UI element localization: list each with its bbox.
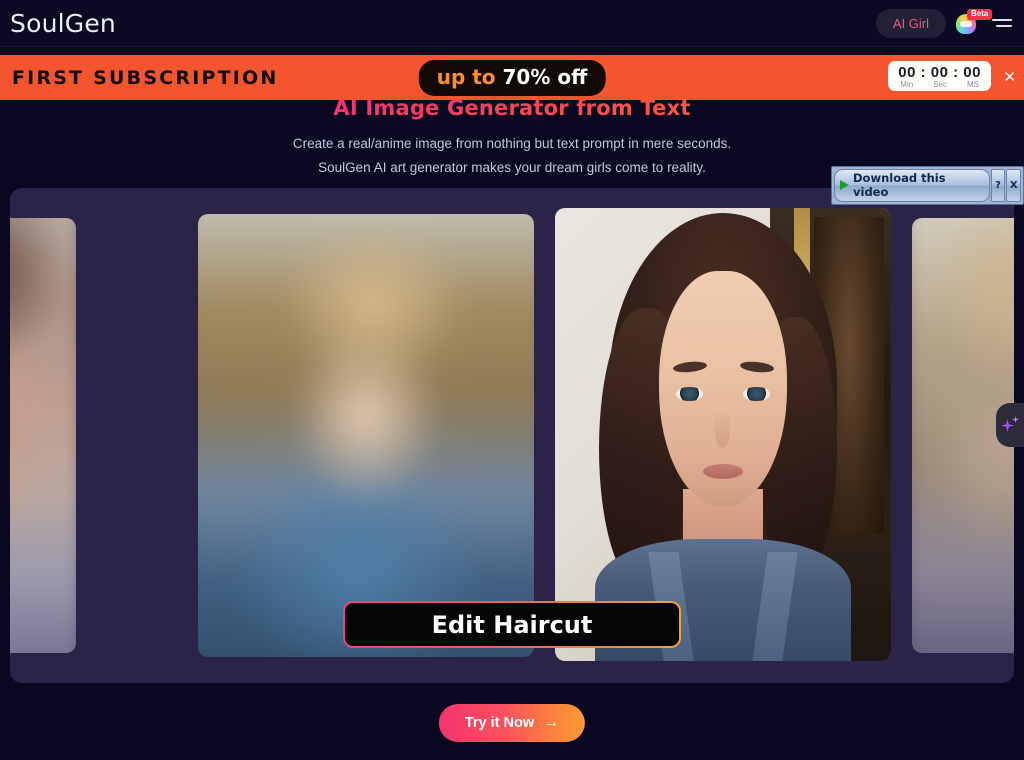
countdown-labels: Min Sec MS xyxy=(898,80,981,89)
top-navbar: SoulGen AI Girl Beta xyxy=(0,0,1024,47)
download-video-label: Download this video xyxy=(853,171,946,199)
close-icon[interactable]: X xyxy=(1006,169,1021,202)
promo-title: FIRST SUBSCRIPTION xyxy=(12,66,279,89)
edit-haircut-label: Edit Haircut xyxy=(345,603,679,646)
countdown-label-sec: Sec xyxy=(933,80,947,89)
promo-offer-prefix: up to xyxy=(436,64,503,89)
arrow-right-icon: → xyxy=(543,714,560,731)
countdown-timer: 00 : 00 : 00 Min Sec MS xyxy=(888,61,991,91)
download-video-widget[interactable]: Download this video ? X xyxy=(831,166,1024,205)
help-icon[interactable]: ? xyxy=(990,169,1006,202)
beta-badge: Beta xyxy=(967,9,993,20)
sparkle-glyph xyxy=(1001,416,1019,434)
sparkle-icon[interactable] xyxy=(996,403,1024,447)
edit-haircut-button[interactable]: Edit Haircut xyxy=(343,601,681,648)
countdown-label-min: Min xyxy=(900,80,914,89)
try-it-now-label: Try it Now xyxy=(464,715,535,731)
sparkle-small xyxy=(1012,416,1019,423)
hamburger-bar xyxy=(996,25,1012,27)
carousel-image-blurred xyxy=(198,214,534,657)
try-it-now-button[interactable]: Try it Now → xyxy=(438,704,586,742)
promo-offer-highlight: 70% off xyxy=(502,64,588,89)
download-video-button[interactable]: Download this video xyxy=(834,169,990,202)
navbar-actions: AI Girl Beta xyxy=(875,8,1012,38)
countdown-label-ms: MS xyxy=(967,80,979,89)
play-icon xyxy=(840,180,849,190)
promo-offer-pill[interactable]: up to 70% off xyxy=(418,59,606,96)
carousel-image-blurred xyxy=(10,218,76,653)
page-root: SoulGen AI Girl Beta FIRST SUBSCRIPTION … xyxy=(0,0,1024,760)
carousel-image-portrait xyxy=(555,208,891,661)
page-title: AI Image Generator from Text xyxy=(0,96,1024,120)
carousel-item-3-active[interactable] xyxy=(555,208,891,661)
sparkle-large xyxy=(1001,419,1014,432)
carousel-item-2[interactable] xyxy=(198,214,534,657)
hamburger-bar xyxy=(992,19,1012,21)
promo-banner: FIRST SUBSCRIPTION up to 70% off 00 : 00… xyxy=(0,55,1024,100)
promo-close-icon[interactable]: ✕ xyxy=(1003,70,1016,85)
ai-girl-button[interactable]: AI Girl xyxy=(875,8,946,38)
countdown-digits: 00 : 00 : 00 xyxy=(898,64,981,81)
ghost-icon[interactable]: Beta xyxy=(956,9,993,36)
portrait-nose xyxy=(714,411,731,449)
carousel-item-1[interactable] xyxy=(10,218,76,653)
brand-logo[interactable]: SoulGen xyxy=(10,9,116,38)
hamburger-menu-icon[interactable] xyxy=(992,19,1012,27)
hero-subtitle-line-1: Create a real/anime image from nothing b… xyxy=(292,136,732,151)
